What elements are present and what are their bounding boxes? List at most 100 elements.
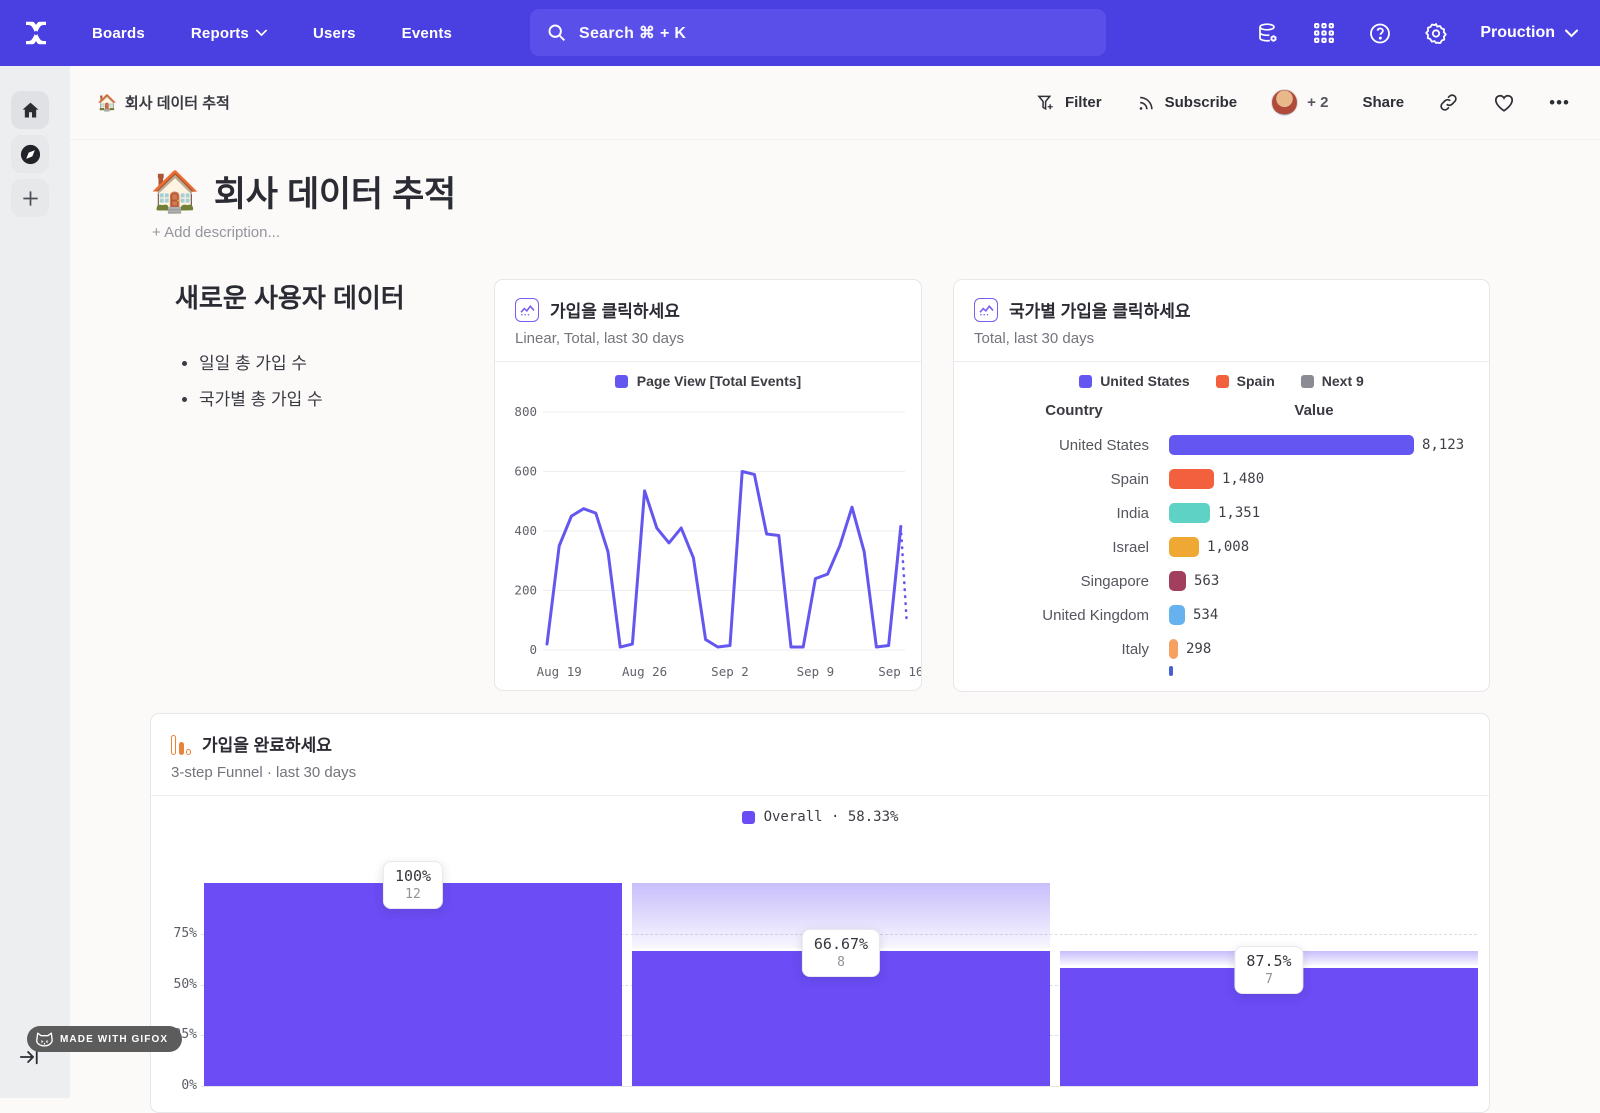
country-row[interactable]: United Kingdom534 (954, 598, 1489, 632)
funnel-y-tick-label: 50% (159, 977, 197, 992)
home-icon (20, 100, 41, 121)
country-value: 298 (1186, 641, 1211, 657)
line-chart-card[interactable]: 가입을 클릭하세요 Linear, Total, last 30 days Pa… (494, 279, 922, 691)
text-card-heading: 새로운 사용자 데이터 (175, 278, 475, 315)
nav-item-boards[interactable]: Boards (92, 25, 145, 42)
subscribe-label: Subscribe (1165, 94, 1238, 111)
country-row[interactable]: United States8,123 (954, 428, 1489, 462)
copy-link-button[interactable] (1438, 92, 1459, 113)
country-rows: United States8,123 Spain 1,480 India 1,351 Is… (954, 428, 1489, 676)
nav-menu: Boards Reports Users Events (92, 25, 452, 42)
country-label: Spain (954, 471, 1149, 488)
x-tick-label: Sep 16 (878, 664, 922, 679)
funnel-step-count: 8 (814, 955, 868, 970)
nav-item-users[interactable]: Users (313, 25, 356, 42)
collaborators[interactable]: + 2 (1271, 89, 1328, 116)
country-bar (1169, 435, 1414, 455)
project-name: Prouction (1480, 24, 1555, 42)
line-chart-plot[interactable]: 8006004002000Aug 19Aug 26Sep 2Sep 9Sep 1… (503, 392, 922, 691)
country-row[interactable]: Italy 298 (954, 632, 1489, 666)
share-label: Share (1362, 94, 1404, 111)
nav-item-label: Users (313, 25, 356, 42)
country-row[interactable]: Israel1,008 (954, 530, 1489, 564)
add-description-button[interactable]: + Add description... (152, 224, 280, 241)
country-value: 1,351 (1218, 505, 1260, 521)
nav-item-label: Events (402, 25, 452, 42)
text-card-bullets: 일일 총 가입 수국가별 총 가입 수 (199, 349, 475, 410)
country-value: 1,008 (1207, 539, 1249, 555)
legend-swatch (1216, 375, 1229, 388)
x-tick-label: Aug 19 (537, 664, 582, 679)
subscribe-button[interactable]: Subscribe (1136, 93, 1238, 113)
compass-icon (19, 143, 42, 166)
funnel-plot[interactable]: 75%50%25%0%100%1266.67%887.5%7 (151, 714, 1490, 1113)
more-options-button[interactable]: ••• (1549, 93, 1570, 113)
legend-label: Next 9 (1322, 373, 1364, 389)
settings-gear-icon[interactable] (1424, 21, 1448, 45)
funnel-bar-step-1[interactable] (204, 883, 622, 1086)
collaborator-count: + 2 (1307, 94, 1328, 111)
apps-grid-icon[interactable] (1312, 21, 1336, 45)
line-series (547, 472, 901, 648)
country-value: 563 (1194, 573, 1219, 589)
filter-button[interactable]: Filter (1036, 93, 1102, 113)
y-tick-label: 200 (514, 583, 537, 598)
toolbar-actions: Filter Subscribe + 2 Share (1036, 89, 1570, 116)
mixpanel-logo[interactable] (18, 15, 54, 51)
x-tick-label: Sep 9 (797, 664, 835, 679)
x-tick-label: Sep 2 (711, 664, 749, 679)
board-title[interactable]: 🏠 회사 데이터 추적 (150, 166, 456, 217)
board-emoji: 🏠 (150, 172, 200, 212)
bar-legend-item[interactable]: United States (1079, 373, 1189, 389)
country-row[interactable]: India 1,351 (954, 496, 1489, 530)
country-label: Italy (954, 641, 1149, 658)
search-icon (546, 22, 567, 43)
nav-item-reports[interactable]: Reports (191, 25, 267, 42)
country-label: Singapore (954, 573, 1149, 590)
country-row[interactable]: Singapore 563 (954, 564, 1489, 598)
help-icon[interactable] (1368, 21, 1392, 45)
funnel-card[interactable]: 가입을 완료하세요 3-step Funnel · last 30 days O… (150, 713, 1490, 1113)
bar-chart-legend: United States Spain Next 9 (954, 373, 1489, 389)
mixpanel-logo-icon (21, 18, 51, 48)
text-card-bullet: 국가별 총 가입 수 (199, 385, 475, 410)
sidebar-add-board-button[interactable] (11, 179, 49, 217)
column-value: Value (1194, 402, 1434, 419)
country-label: United States (954, 437, 1149, 454)
line-chart-icon (515, 298, 539, 322)
search-placeholder: Search ⌘ + K (579, 23, 686, 43)
country-bar-card[interactable]: 국가별 가입을 클릭하세요 Total, last 30 days United… (953, 279, 1490, 692)
filter-label: Filter (1065, 94, 1102, 111)
project-selector[interactable]: Prouction (1480, 24, 1578, 42)
text-card-bullet: 일일 총 가입 수 (199, 349, 475, 374)
funnel-step-pct: 66.67% (814, 935, 868, 953)
country-bar (1169, 469, 1214, 489)
country-row[interactable]: Spain 1,480 (954, 462, 1489, 496)
legend-swatch (615, 375, 628, 388)
x-tick-label: Aug 26 (622, 664, 667, 679)
bar-legend-item[interactable]: Spain (1216, 373, 1275, 389)
column-country: Country (954, 402, 1194, 419)
nav-item-label: Boards (92, 25, 145, 42)
breadcrumb-label: 회사 데이터 추적 (125, 92, 230, 113)
country-value: 1,480 (1222, 471, 1264, 487)
country-label: India (954, 505, 1149, 522)
favorite-button[interactable] (1493, 93, 1515, 113)
country-bar (1169, 503, 1210, 523)
y-tick-label: 0 (529, 642, 537, 657)
bar-legend-item[interactable]: Next 9 (1301, 373, 1364, 389)
gifox-label: MADE WITH GIFOX (60, 1034, 168, 1045)
search-input[interactable]: Search ⌘ + K (530, 9, 1106, 56)
line-chart-title: 가입을 클릭하세요 (550, 297, 680, 322)
nav-item-events[interactable]: Events (402, 25, 452, 42)
text-card[interactable]: 새로운 사용자 데이터 일일 총 가입 수국가별 총 가입 수 (175, 278, 475, 421)
share-button[interactable]: Share (1362, 94, 1404, 111)
sidebar-home-button[interactable] (11, 91, 49, 129)
fox-icon (36, 1032, 53, 1047)
data-management-icon[interactable] (1256, 21, 1280, 45)
collaborator-avatar (1271, 89, 1298, 116)
sidebar-discover-button[interactable] (11, 135, 49, 173)
filter-funnel-icon (1036, 93, 1056, 113)
legend-label: Spain (1237, 373, 1275, 389)
breadcrumb[interactable]: 🏠 회사 데이터 추적 (97, 92, 230, 113)
